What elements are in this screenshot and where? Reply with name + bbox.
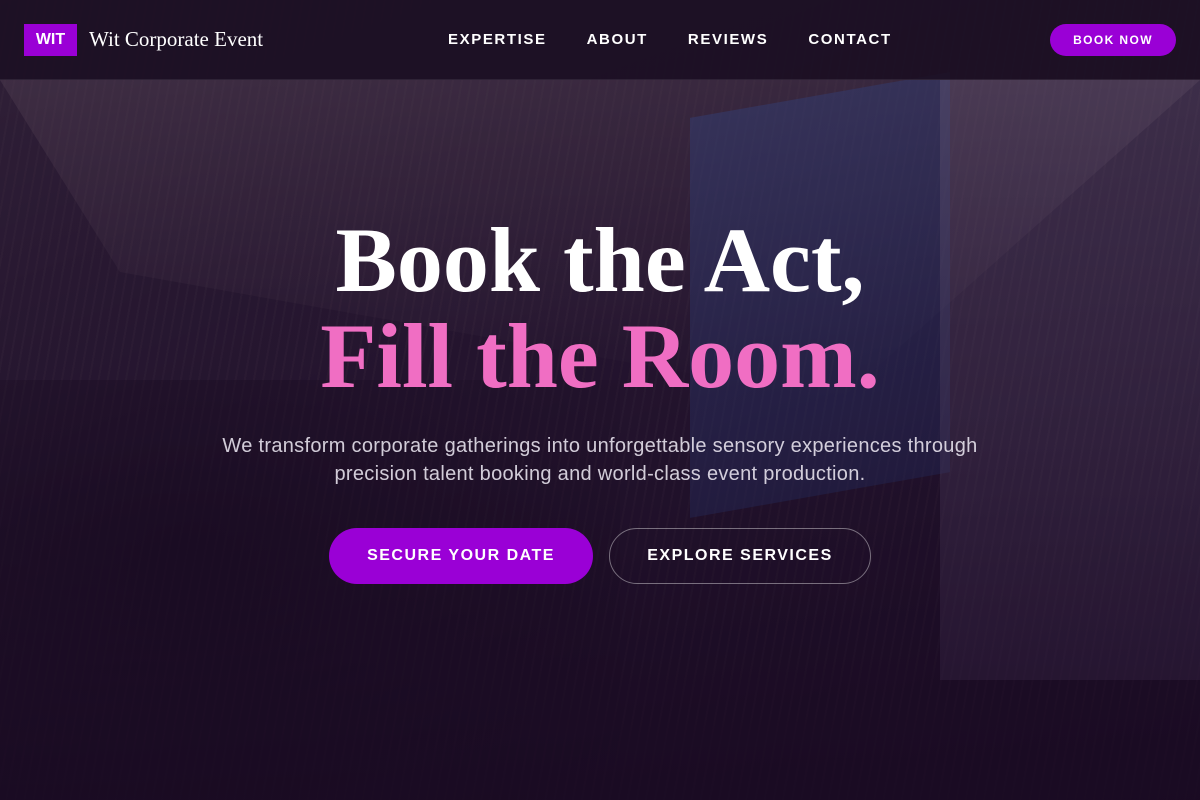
headline-line-2: Fill the Room. bbox=[320, 305, 880, 407]
hero-subtitle: We transform corporate gatherings into u… bbox=[222, 435, 978, 485]
nav-link-expertise[interactable]: EXPERTISE bbox=[448, 31, 547, 48]
nav-link-reviews[interactable]: REVIEWS bbox=[688, 31, 768, 48]
brand-name: Wit Corporate Event bbox=[89, 27, 264, 51]
secure-your-date-button[interactable]: SECURE YOUR DATE bbox=[329, 528, 593, 584]
hero-headline: Book the Act, Fill the Room. bbox=[0, 212, 1200, 404]
hero-actions: SECURE YOUR DATE EXPLORE SERVICES bbox=[0, 528, 1200, 584]
nav-links: EXPERTISE ABOUT REVIEWS CONTACT bbox=[448, 31, 892, 48]
brand-logo[interactable]: WIT Wit Corporate Event bbox=[24, 23, 264, 56]
explore-services-button[interactable]: EXPLORE SERVICES bbox=[609, 528, 871, 584]
nav-link-contact[interactable]: CONTACT bbox=[808, 31, 891, 48]
hero-section: Book the Act, Fill the Room. We transfor… bbox=[0, 80, 1200, 800]
brand-badge: WIT bbox=[24, 23, 77, 56]
top-navigation: WIT Wit Corporate Event EXPERTISE ABOUT … bbox=[0, 0, 1200, 80]
headline-line-1: Book the Act, bbox=[335, 209, 865, 311]
nav-link-about[interactable]: ABOUT bbox=[587, 31, 648, 48]
book-now-button[interactable]: BOOK NOW bbox=[1050, 23, 1176, 56]
